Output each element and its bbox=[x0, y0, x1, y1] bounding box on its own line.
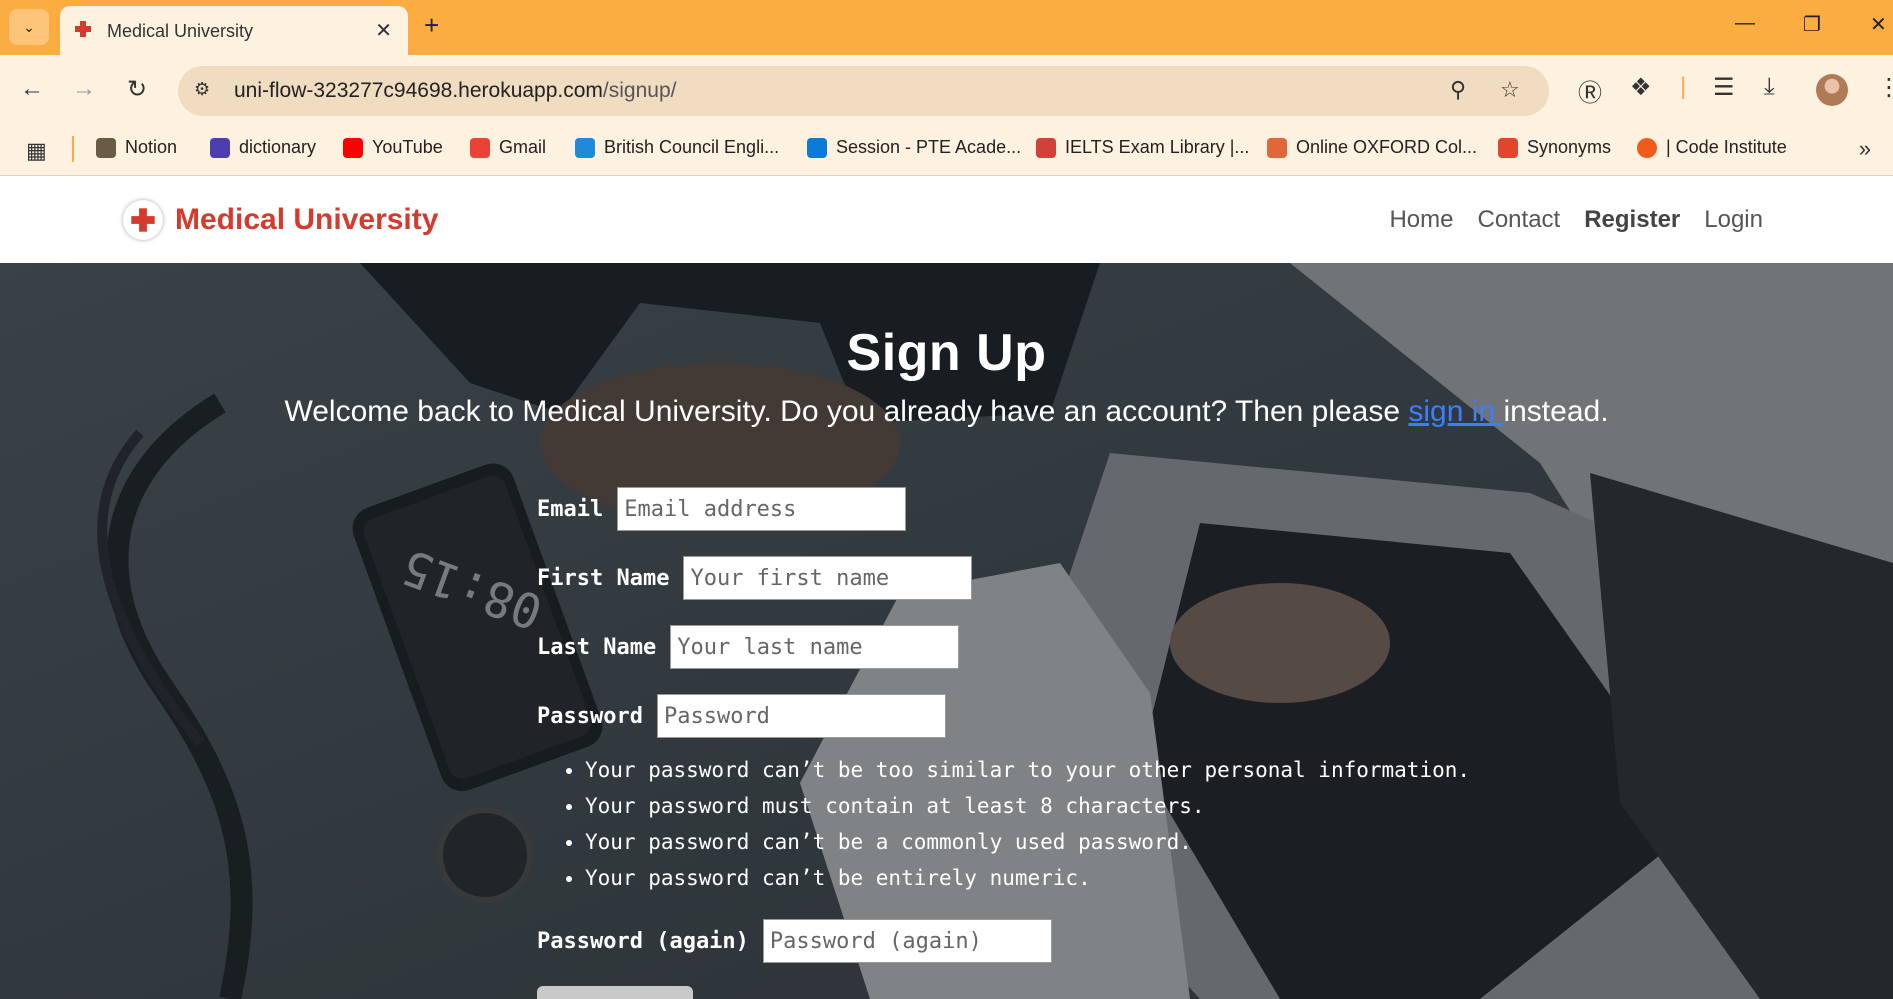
site-info-icon[interactable]: ⚙ bbox=[194, 79, 210, 100]
url-domain: uni-flow-323277c94698.herokuapp.com bbox=[234, 79, 603, 102]
password-field[interactable] bbox=[656, 694, 946, 738]
notion-icon bbox=[96, 137, 116, 158]
password-rule: Your password can’t be a commonly used p… bbox=[585, 824, 1470, 860]
red-cross-logo-icon bbox=[123, 200, 163, 240]
close-window-icon[interactable]: ✕ bbox=[1870, 12, 1887, 37]
red-cross-favicon-icon bbox=[75, 21, 91, 37]
last-name-row: Last Name bbox=[537, 625, 960, 669]
back-arrow-icon[interactable]: ← bbox=[20, 75, 44, 103]
restore-icon[interactable]: ❐ bbox=[1803, 12, 1821, 37]
last-name-label: Last Name bbox=[537, 634, 657, 660]
active-tab[interactable]: Medical University ✕ bbox=[60, 6, 408, 55]
bookmark-pte-session[interactable]: Session - PTE Acade... bbox=[807, 137, 1021, 158]
bookmark-gmail[interactable]: Gmail bbox=[470, 137, 546, 158]
password-rule: Your password must contain at least 8 ch… bbox=[585, 788, 1470, 824]
dictionary-icon bbox=[210, 137, 230, 158]
bookmark-ielts[interactable]: IELTS Exam Library |... bbox=[1036, 137, 1249, 158]
url-path: /signup/ bbox=[602, 79, 677, 102]
browser-tab-bar: ⌄ Medical University ✕ + — ❐ ✕ bbox=[0, 0, 1893, 55]
grammarly-extension-icon[interactable]: Ⓡ bbox=[1578, 73, 1602, 108]
bookmark-star-icon[interactable]: ☆ bbox=[1500, 77, 1520, 103]
brand-name: Medical University bbox=[175, 203, 439, 236]
nav-links: Home Contact Register Login bbox=[1389, 206, 1763, 234]
brand-link[interactable]: Medical University bbox=[123, 200, 438, 240]
bookmark-notion[interactable]: Notion bbox=[96, 137, 177, 158]
menu-dots-icon[interactable]: ⋮ bbox=[1877, 73, 1893, 102]
first-name-field[interactable] bbox=[683, 556, 973, 600]
password-key-icon[interactable]: ⚲ bbox=[1450, 77, 1466, 103]
extensions-puzzle-icon[interactable]: ❖ bbox=[1630, 73, 1652, 102]
ielts-icon bbox=[1036, 137, 1056, 158]
new-tab-icon[interactable]: + bbox=[424, 10, 439, 41]
hero-background: 08:15 Sign Up Welcome back to Medical Un… bbox=[0, 263, 1893, 999]
british-council-icon bbox=[575, 137, 595, 158]
apps-grid-icon[interactable]: ▦ bbox=[26, 138, 47, 164]
reload-icon[interactable]: ↻ bbox=[127, 75, 147, 104]
media-queue-icon[interactable]: ☰ bbox=[1713, 73, 1735, 102]
bookmark-oxford[interactable]: Online OXFORD Col... bbox=[1267, 137, 1477, 158]
web-page: Medical University Home Contact Register… bbox=[0, 176, 1893, 999]
close-tab-icon[interactable]: ✕ bbox=[375, 18, 392, 43]
email-field[interactable] bbox=[617, 487, 907, 531]
youtube-icon bbox=[343, 137, 363, 158]
nav-contact-link[interactable]: Contact bbox=[1478, 206, 1561, 234]
signup-title: Sign Up bbox=[846, 324, 1047, 382]
address-bar[interactable]: ⚙ uni-flow-323277c94698.herokuapp.com/si… bbox=[178, 66, 1549, 116]
first-name-label: First Name bbox=[537, 565, 670, 591]
password-rule: Your password can’t be entirely numeric. bbox=[585, 860, 1470, 896]
password-label: Password bbox=[537, 703, 643, 729]
bookmarks-bar: ▦ Notion dictionary YouTube Gmail Britis… bbox=[0, 124, 1893, 176]
bookmark-code-institute[interactable]: | Code Institute bbox=[1637, 137, 1787, 158]
tab-title: Medical University bbox=[107, 21, 254, 41]
url-text[interactable]: uni-flow-323277c94698.herokuapp.com/sign… bbox=[234, 79, 676, 103]
code-institute-icon bbox=[1637, 137, 1657, 158]
welcome-text-prefix: Welcome back to Medical University. Do y… bbox=[284, 395, 1409, 428]
pte-icon bbox=[807, 137, 827, 158]
password-rule: Your password can’t be too similar to yo… bbox=[585, 752, 1470, 788]
bookmark-synonyms[interactable]: Synonyms bbox=[1498, 137, 1611, 158]
download-icon[interactable]: ⤓ bbox=[1764, 73, 1775, 101]
minimize-icon[interactable]: — bbox=[1735, 12, 1755, 35]
signup-content: Sign Up Welcome back to Medical Universi… bbox=[0, 263, 1893, 999]
first-name-row: First Name bbox=[537, 556, 973, 600]
password-again-row: Password (again) bbox=[537, 919, 1052, 963]
profile-avatar[interactable] bbox=[1816, 74, 1848, 106]
password-again-field[interactable] bbox=[762, 919, 1052, 963]
forward-arrow-icon[interactable]: → bbox=[72, 75, 96, 103]
browser-toolbar: ← → ↻ ⚙ uni-flow-323277c94698.herokuapp.… bbox=[0, 55, 1893, 124]
bookmark-british-council[interactable]: British Council Engli... bbox=[575, 137, 779, 158]
password-rules-list: Your password can’t be too similar to yo… bbox=[585, 752, 1470, 896]
email-label: Email bbox=[537, 496, 604, 522]
sign-in-link[interactable]: sign in bbox=[1408, 395, 1503, 428]
more-bookmarks-icon[interactable]: » bbox=[1859, 136, 1871, 162]
nav-home-link[interactable]: Home bbox=[1389, 206, 1453, 234]
site-navbar: Medical University Home Contact Register… bbox=[0, 176, 1893, 263]
password-row: Password bbox=[537, 694, 946, 738]
bookmark-youtube[interactable]: YouTube bbox=[343, 137, 443, 158]
last-name-field[interactable] bbox=[670, 625, 960, 669]
toolbar-divider: | bbox=[1680, 73, 1687, 100]
email-row: Email bbox=[537, 487, 907, 531]
welcome-message: Welcome back to Medical University. Do y… bbox=[0, 395, 1893, 429]
password-again-label: Password (again) bbox=[537, 928, 749, 954]
chevron-down-icon: ⌄ bbox=[23, 18, 35, 35]
welcome-text-suffix: instead. bbox=[1503, 395, 1609, 428]
oxford-icon bbox=[1267, 137, 1287, 158]
bookmarks-divider bbox=[72, 136, 74, 162]
nav-register-link[interactable]: Register bbox=[1584, 206, 1680, 234]
synonyms-icon bbox=[1498, 137, 1518, 158]
tab-search-button[interactable]: ⌄ bbox=[9, 9, 49, 45]
nav-login-link[interactable]: Login bbox=[1704, 206, 1763, 234]
signup-submit-button[interactable] bbox=[537, 986, 693, 999]
bookmark-dictionary[interactable]: dictionary bbox=[210, 137, 316, 158]
gmail-icon bbox=[470, 137, 490, 158]
